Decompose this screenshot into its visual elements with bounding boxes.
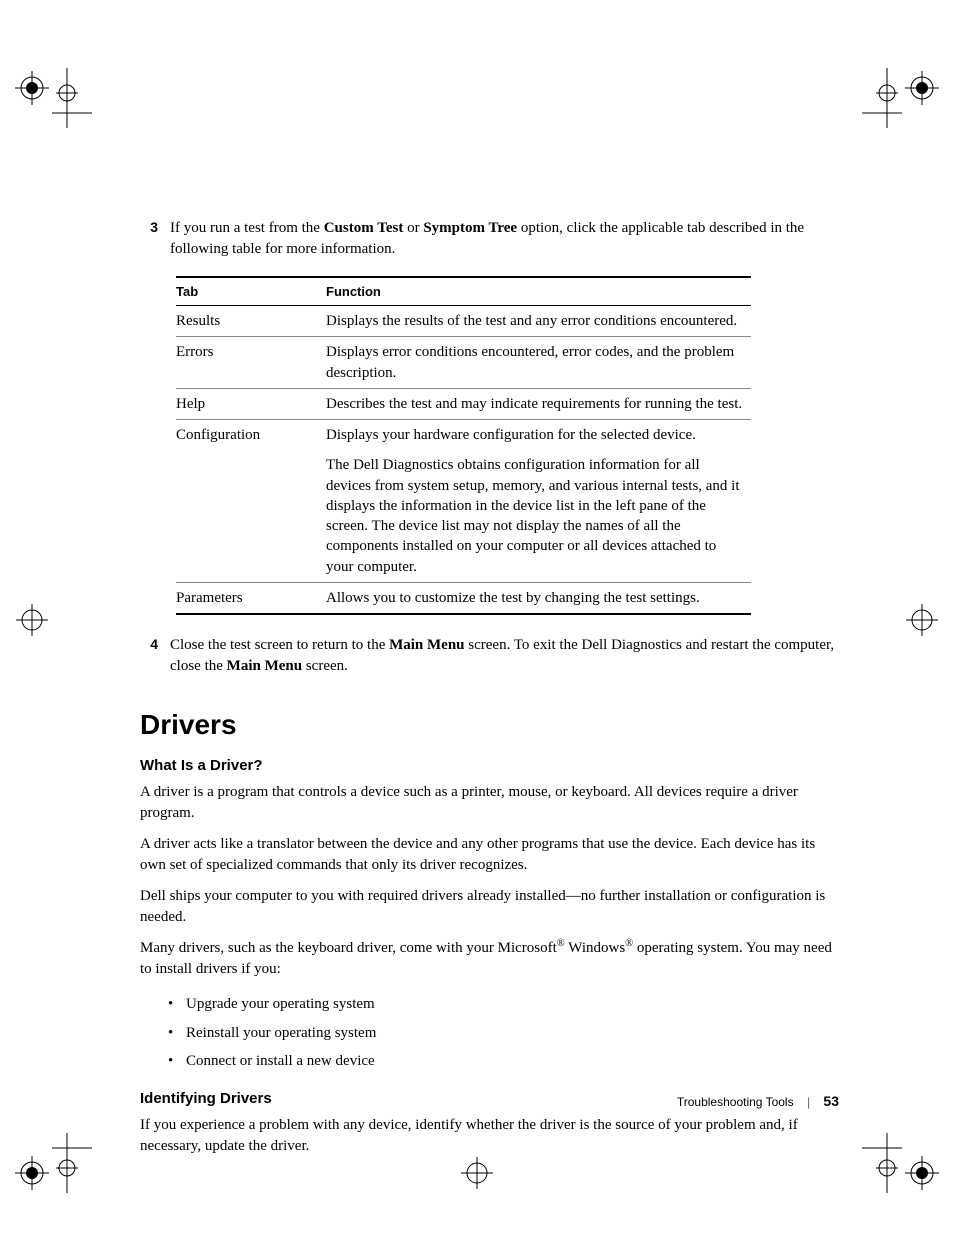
table-row: Parameters Allows you to customize the t… xyxy=(176,582,751,614)
paragraph: A driver is a program that controls a de… xyxy=(140,782,840,824)
step-number: 4 xyxy=(140,635,170,677)
cell-tab: Parameters xyxy=(176,582,326,614)
bold-symptom-tree: Symptom Tree xyxy=(423,220,517,236)
list-item: Reinstall your operating system xyxy=(168,1019,840,1048)
text: screen. xyxy=(302,658,348,674)
crop-mark-icon xyxy=(902,600,942,640)
paragraph: If you experience a problem with any dev… xyxy=(140,1115,840,1157)
cell-tab xyxy=(176,450,326,582)
subheading-what-is-driver: What Is a Driver? xyxy=(140,757,840,774)
footer-separator: | xyxy=(807,1095,810,1109)
cell-tab: Errors xyxy=(176,337,326,389)
table-header-function: Function xyxy=(326,277,751,306)
table-row: Configuration Displays your hardware con… xyxy=(176,420,751,451)
cell-function: The Dell Diagnostics obtains configurati… xyxy=(326,450,751,582)
bold-custom-test: Custom Test xyxy=(324,220,404,236)
page-footer: Troubleshooting Tools | 53 xyxy=(677,1093,839,1109)
cell-function: Displays your hardware configuration for… xyxy=(326,420,751,451)
table-row: Errors Displays error conditions encount… xyxy=(176,337,751,389)
footer-section: Troubleshooting Tools xyxy=(677,1095,794,1109)
cell-function: Displays the results of the test and any… xyxy=(326,306,751,337)
paragraph: Many drivers, such as the keyboard drive… xyxy=(140,938,840,980)
bullet-list: Upgrade your operating system Reinstall … xyxy=(168,990,840,1076)
text: If you run a test from the xyxy=(170,220,324,236)
step-3: 3 If you run a test from the Custom Test… xyxy=(140,218,840,260)
page-number: 53 xyxy=(823,1093,839,1109)
crop-mark-icon xyxy=(862,68,942,128)
page-content: 3 If you run a test from the Custom Test… xyxy=(140,218,840,1167)
cell-tab: Configuration xyxy=(176,420,326,451)
cell-tab: Help xyxy=(176,388,326,419)
table-row: Results Displays the results of the test… xyxy=(176,306,751,337)
step-4: 4 Close the test screen to return to the… xyxy=(140,635,840,677)
text: Windows xyxy=(565,940,625,956)
tab-function-table: Tab Function Results Displays the result… xyxy=(176,276,751,615)
step-number: 3 xyxy=(140,218,170,260)
registered-symbol: ® xyxy=(557,938,565,949)
cell-function: Allows you to customize the test by chan… xyxy=(326,582,751,614)
bold-main-menu: Main Menu xyxy=(227,658,302,674)
manual-page: 3 If you run a test from the Custom Test… xyxy=(0,0,954,1235)
cell-function: Describes the test and may indicate requ… xyxy=(326,388,751,419)
table-header-tab: Tab xyxy=(176,277,326,306)
crop-mark-icon xyxy=(12,600,52,640)
registered-symbol: ® xyxy=(625,938,633,949)
section-heading-drivers: Drivers xyxy=(140,709,840,741)
cell-tab: Results xyxy=(176,306,326,337)
list-item: Connect or install a new device xyxy=(168,1047,840,1076)
step-text: If you run a test from the Custom Test o… xyxy=(170,218,840,260)
table-row: The Dell Diagnostics obtains configurati… xyxy=(176,450,751,582)
cell-function: Displays error conditions encountered, e… xyxy=(326,337,751,389)
table-row: Help Describes the test and may indicate… xyxy=(176,388,751,419)
step-text: Close the test screen to return to the M… xyxy=(170,635,840,677)
paragraph: Dell ships your computer to you with req… xyxy=(140,886,840,928)
text: Close the test screen to return to the xyxy=(170,637,389,653)
bold-main-menu: Main Menu xyxy=(389,637,464,653)
crop-mark-icon xyxy=(862,1133,942,1193)
list-item: Upgrade your operating system xyxy=(168,990,840,1019)
paragraph: A driver acts like a translator between … xyxy=(140,834,840,876)
crop-mark-icon xyxy=(12,68,92,128)
text: Many drivers, such as the keyboard drive… xyxy=(140,940,557,956)
crop-mark-icon xyxy=(12,1133,92,1193)
text: or xyxy=(403,220,423,236)
